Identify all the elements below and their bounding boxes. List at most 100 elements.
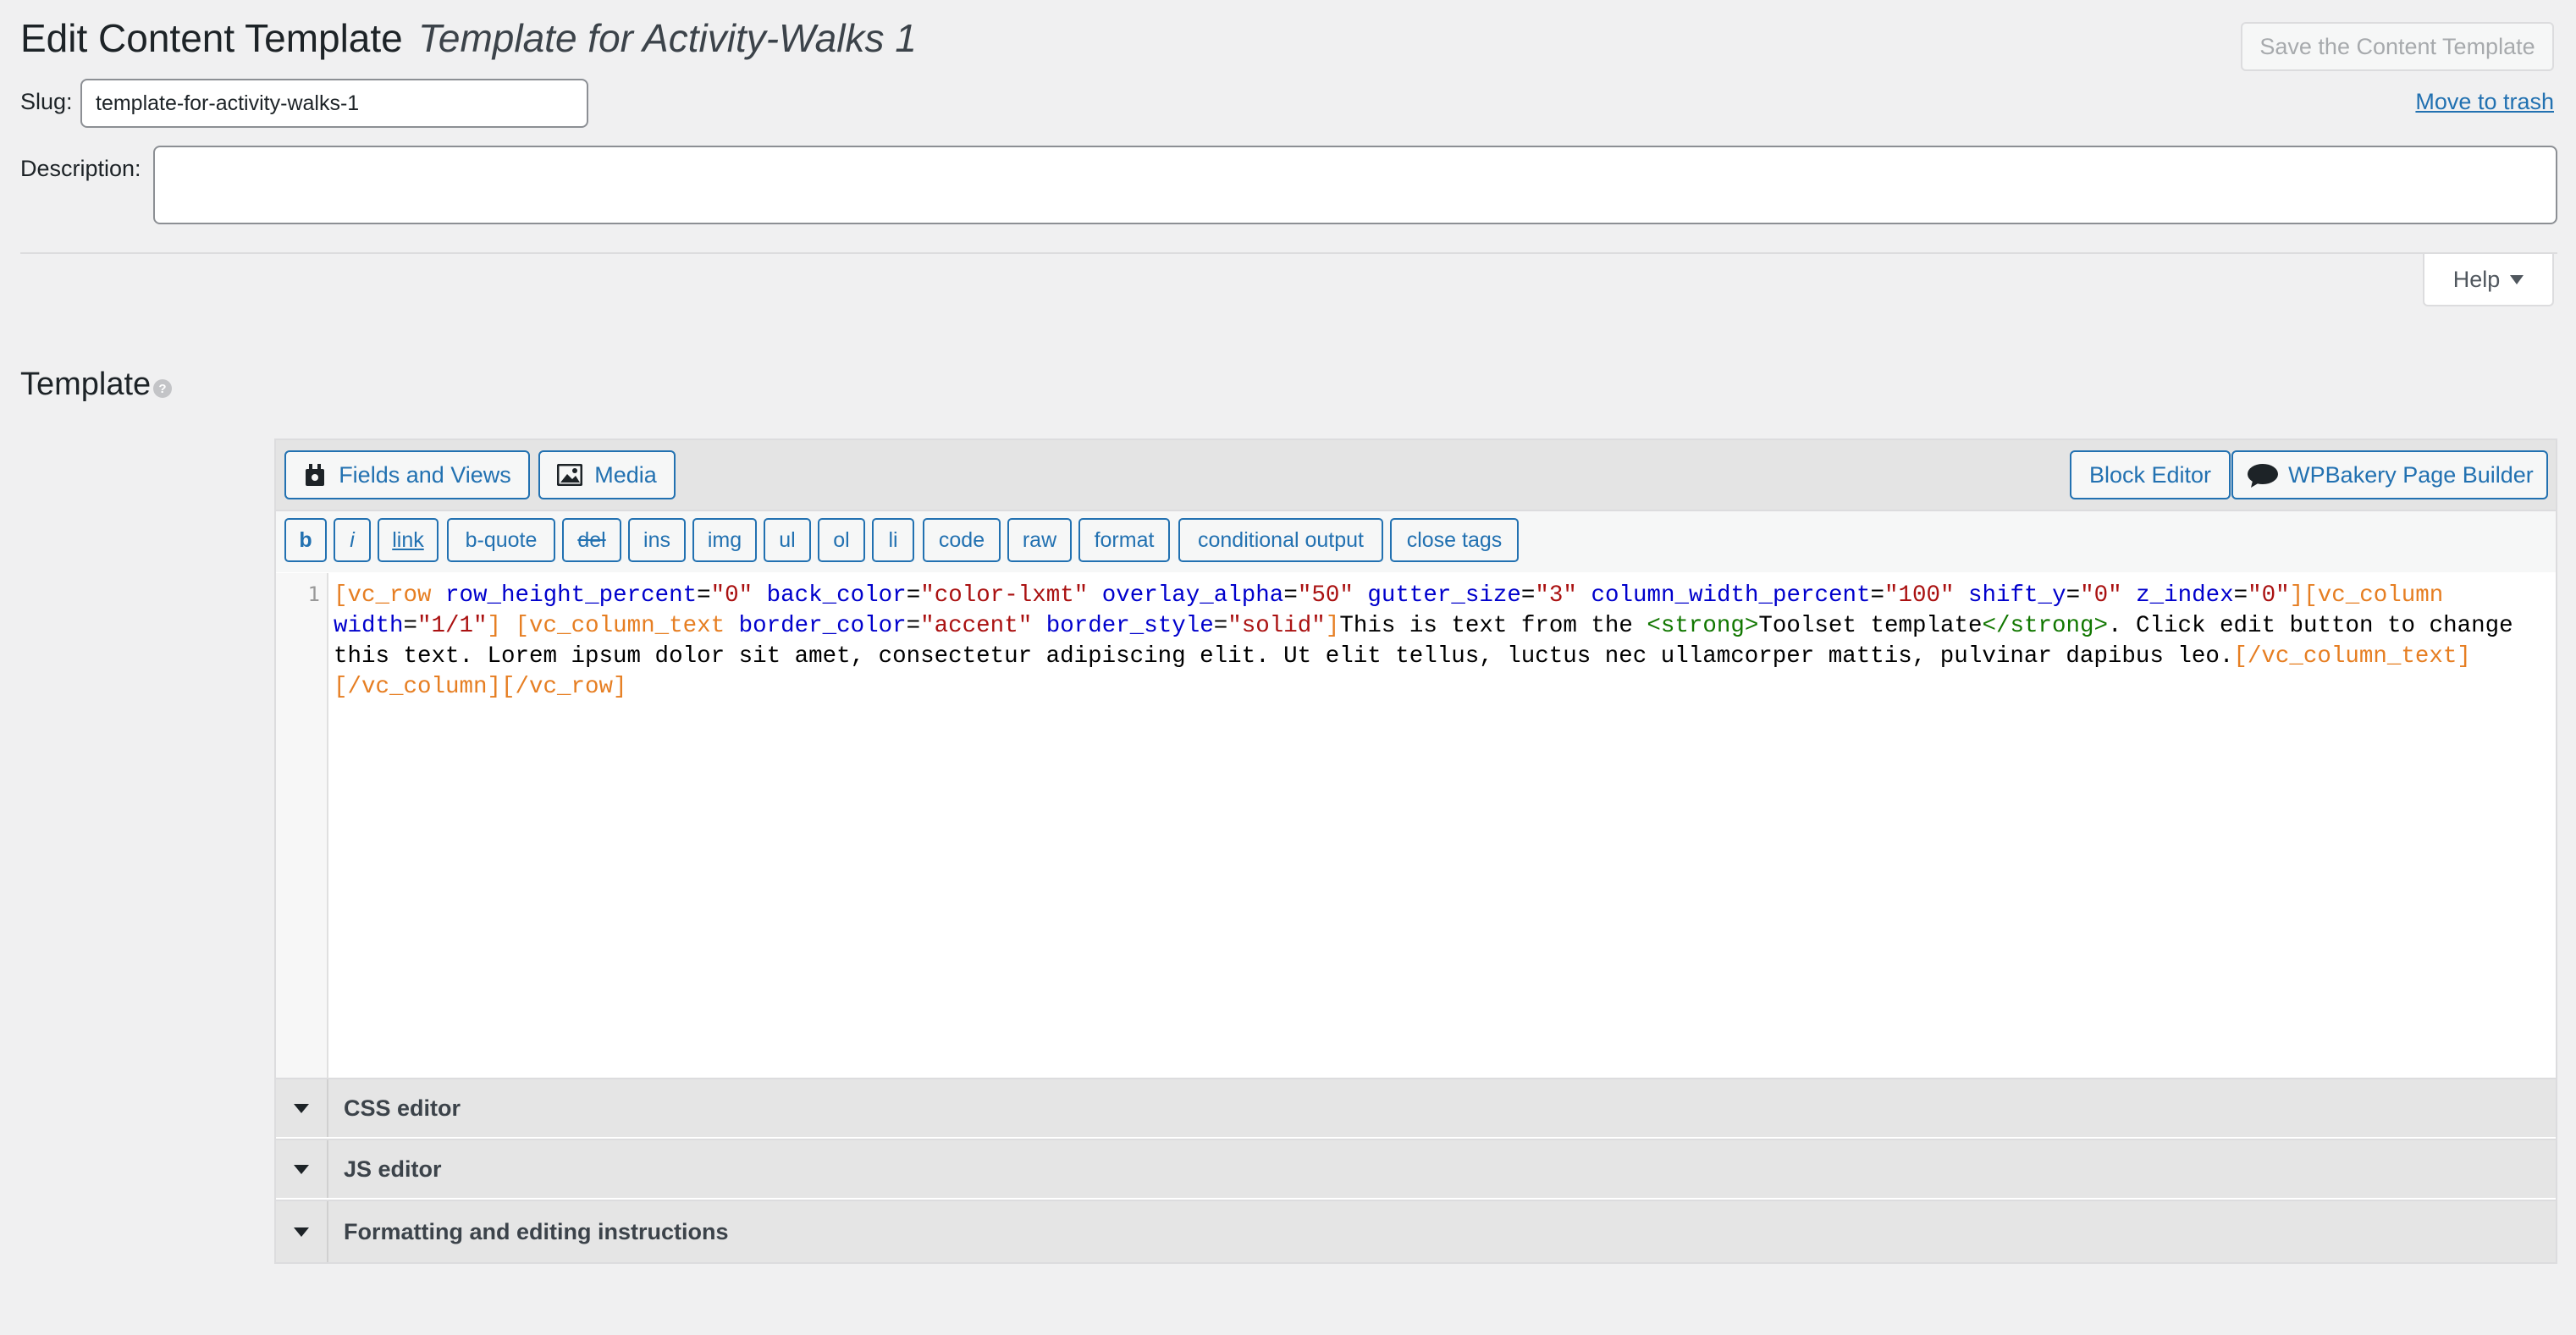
media-label: Media — [594, 461, 657, 488]
code-token: back_color — [766, 582, 907, 609]
description-label: Description: — [20, 156, 141, 181]
code-token: = — [2066, 582, 2081, 609]
wpbakery-button[interactable]: WPBakery Page Builder — [2231, 450, 2548, 499]
code-token: = — [906, 613, 921, 639]
quicktag-ol-button[interactable]: ol — [818, 518, 865, 562]
code-token: Toolset template — [1758, 613, 1983, 639]
code-token: "solid" — [1227, 613, 1326, 639]
code-token: border_color — [738, 613, 907, 639]
code-token: ][vc_column — [2289, 582, 2444, 609]
code-token: This is text from the — [1339, 613, 1647, 639]
code-token: "3" — [1535, 582, 1577, 609]
formatting-instructions-caret-cell — [276, 1201, 328, 1262]
quicktag-code-button[interactable]: code — [923, 518, 1001, 562]
quicktag-ins-button[interactable]: ins — [628, 518, 686, 562]
page-title: Edit Content Template — [20, 16, 403, 60]
caret-down-icon — [294, 1103, 309, 1113]
help-tooltip-icon[interactable]: ? — [153, 379, 172, 398]
code-token: <strong> — [1647, 613, 1759, 639]
quicktag-format-button[interactable]: format — [1078, 518, 1170, 562]
template-name-title: Template for Activity-Walks 1 — [418, 16, 917, 60]
formatting-instructions-toggle[interactable]: Formatting and editing instructions — [276, 1200, 2556, 1262]
code-token: ] [vc_column_text — [487, 613, 725, 639]
quicktag-conditional-output-button[interactable]: conditional output — [1178, 518, 1383, 562]
quicktag-li-button[interactable]: li — [872, 518, 914, 562]
code-token: ] — [1325, 613, 1340, 639]
code-token: "100" — [1884, 582, 1955, 609]
code-token: = — [1213, 613, 1228, 639]
code-token: "color-lxmt" — [920, 582, 1089, 609]
code-token: gutter_size — [1367, 582, 1521, 609]
save-template-button[interactable]: Save the Content Template — [2241, 22, 2554, 71]
code-token: overlay_alpha — [1101, 582, 1284, 609]
code-token: "1/1" — [417, 613, 488, 639]
code-token: = — [1520, 582, 1536, 609]
js-editor-toggle[interactable]: JS editor — [276, 1139, 2556, 1198]
help-label: Help — [2452, 266, 2501, 292]
quicktag-link-button[interactable]: link — [378, 518, 439, 562]
fields-and-views-button[interactable]: Fields and Views — [284, 450, 530, 499]
code-token: "accent" — [920, 613, 1033, 639]
template-section-title: Template — [20, 367, 152, 402]
code-token: z_index — [2136, 582, 2234, 609]
code-token: = — [2233, 582, 2248, 609]
line-number: 1 — [307, 582, 320, 606]
code-token: = — [403, 613, 418, 639]
description-input[interactable] — [153, 146, 2557, 224]
help-button[interactable]: Help — [2423, 254, 2554, 306]
quicktag-ul-button[interactable]: ul — [764, 518, 811, 562]
caret-down-icon — [2510, 274, 2524, 284]
formatting-instructions-label: Formatting and editing instructions — [344, 1218, 729, 1244]
code-token: </strong> — [1982, 613, 2108, 639]
code-token: width — [334, 613, 404, 639]
caret-down-icon — [294, 1227, 309, 1237]
code-token: shift_y — [1968, 582, 2066, 609]
wpbakery-label: WPBakery Page Builder — [2288, 461, 2534, 488]
slug-input[interactable] — [80, 79, 588, 128]
block-editor-button[interactable]: Block Editor — [2070, 450, 2231, 499]
code-token: row_height_percent — [445, 582, 698, 609]
quicktag-b-quote-button[interactable]: b-quote — [447, 518, 555, 562]
js-editor-label: JS editor — [344, 1156, 442, 1182]
code-token: = — [1283, 582, 1298, 609]
quicktag-raw-button[interactable]: raw — [1007, 518, 1072, 562]
media-button[interactable]: Media — [538, 450, 676, 499]
caret-down-icon — [294, 1164, 309, 1174]
fields-and-views-label: Fields and Views — [339, 461, 511, 488]
wpbakery-logo-icon — [2248, 464, 2279, 488]
code-token: = — [1870, 582, 1885, 609]
code-token: "0" — [2080, 582, 2122, 609]
code-token: "50" — [1297, 582, 1354, 609]
code-token: "0" — [710, 582, 753, 609]
code-token: border_style — [1045, 613, 1214, 639]
slug-label: Slug: — [20, 89, 73, 114]
code-gutter — [276, 573, 328, 1078]
code-token: = — [697, 582, 711, 609]
css-editor-caret-cell — [276, 1079, 328, 1137]
css-editor-label: CSS editor — [344, 1095, 461, 1121]
divider — [20, 252, 2557, 254]
quicktag-b-button[interactable]: b — [284, 518, 327, 562]
quicktag-img-button[interactable]: img — [692, 518, 757, 562]
move-to-trash-link[interactable]: Move to trash — [2415, 89, 2554, 115]
css-editor-toggle[interactable]: CSS editor — [276, 1078, 2556, 1137]
code-token: = — [906, 582, 921, 609]
quicktag-del-button[interactable]: del — [562, 518, 621, 562]
quicktag-i-button[interactable]: i — [334, 518, 371, 562]
code-token: "0" — [2248, 582, 2290, 609]
code-token: [vc_row — [334, 582, 432, 609]
code-editor[interactable]: [vc_row row_height_percent="0" back_colo… — [334, 581, 2543, 703]
quicktag-close-tags-button[interactable]: close tags — [1390, 518, 1519, 562]
js-editor-caret-cell — [276, 1140, 328, 1198]
code-token: column_width_percent — [1591, 582, 1871, 609]
media-image-icon — [557, 464, 583, 486]
